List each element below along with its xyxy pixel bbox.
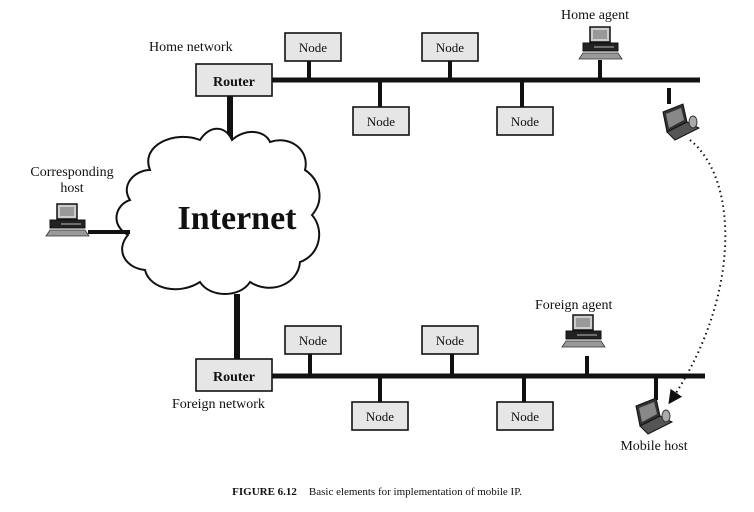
- foreign-network-label: Foreign network: [172, 397, 265, 412]
- svg-text:Node: Node: [299, 333, 327, 348]
- mobile-host-laptop-icon: [635, 397, 673, 435]
- foreign-node-1: Node: [284, 325, 342, 355]
- foreign-node-4: Node: [496, 401, 554, 431]
- home-node-4: Node: [496, 106, 554, 136]
- mobile-host-label: Mobile host: [620, 439, 687, 454]
- svg-text:Node: Node: [299, 40, 327, 55]
- corresponding-host-desktop-icon: [45, 203, 90, 237]
- home-router: Router: [195, 63, 273, 97]
- laptop-icon-home: [662, 103, 700, 141]
- home-node-3: Node: [352, 106, 410, 136]
- home-agent-label: Home agent: [561, 8, 629, 23]
- home-node-2: Node: [421, 32, 479, 62]
- home-agent-desktop-icon: [578, 26, 623, 60]
- corresponding-host-label-line1: Corresponding: [30, 165, 113, 180]
- svg-text:Node: Node: [436, 333, 464, 348]
- svg-text:Router: Router: [213, 75, 255, 90]
- svg-text:Router: Router: [213, 370, 255, 385]
- migration-arrow: [668, 139, 727, 405]
- figure-caption: FIGURE 6.12 Basic elements for implementa…: [232, 486, 522, 498]
- corresponding-host-label-line2: host: [60, 181, 83, 196]
- svg-text:Node: Node: [366, 409, 394, 424]
- svg-text:Node: Node: [511, 409, 539, 424]
- svg-text:Node: Node: [511, 114, 539, 129]
- home-node-1: Node: [284, 32, 342, 62]
- foreign-router: Router: [195, 358, 273, 392]
- foreign-node-3: Node: [351, 401, 409, 431]
- internet-label: Internet: [178, 200, 298, 237]
- home-network-label: Home network: [149, 40, 233, 55]
- svg-text:Node: Node: [367, 114, 395, 129]
- foreign-agent-label: Foreign agent: [535, 298, 612, 313]
- foreign-node-2: Node: [421, 325, 479, 355]
- svg-text:Node: Node: [436, 40, 464, 55]
- foreign-agent-desktop-icon: [561, 314, 606, 348]
- mobile-ip-diagram: Home network Router Node Node Node Node …: [30, 8, 727, 498]
